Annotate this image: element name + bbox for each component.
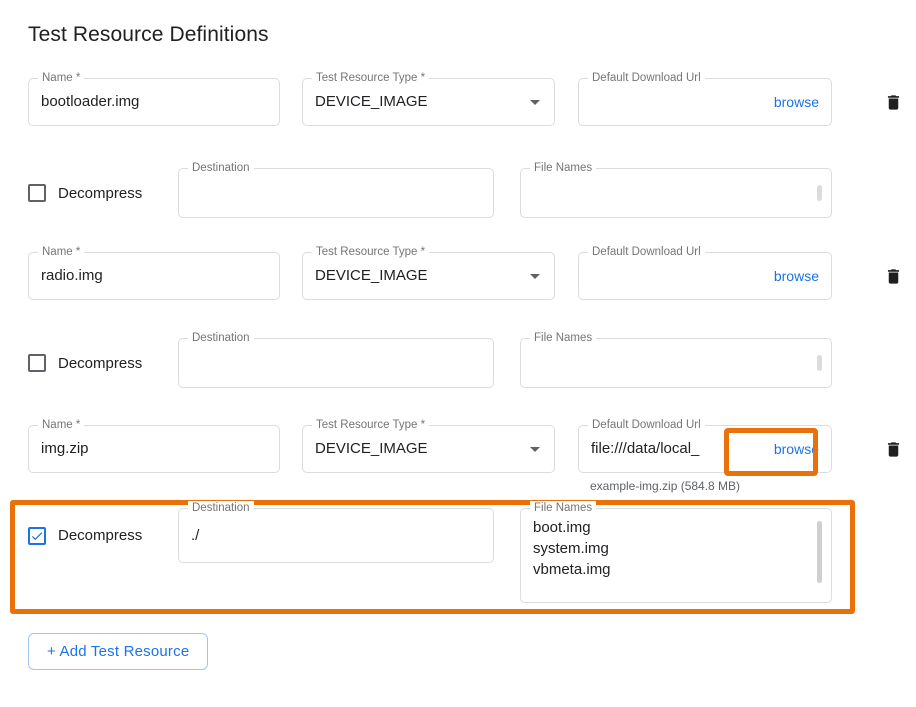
resource-row-2: Name * radio.img Test Resource Type * DE… xyxy=(28,252,916,300)
file-size-helper-text: example-img.zip (584.8 MB) xyxy=(590,479,916,493)
decompress-checkbox-block: Decompress xyxy=(28,168,178,218)
decompress-checkbox[interactable] xyxy=(28,354,46,372)
file-names-field-label: File Names xyxy=(530,331,596,346)
name-field[interactable]: Name * bootloader.img xyxy=(28,78,280,126)
file-names-field[interactable]: File Names xyxy=(520,168,832,218)
delete-resource-button[interactable] xyxy=(882,91,904,113)
name-field-value: radio.img xyxy=(41,266,103,286)
destination-field[interactable]: Destination xyxy=(178,338,494,388)
decompress-checkbox-block: Decompress xyxy=(28,338,178,388)
destination-field-label: Destination xyxy=(188,161,254,176)
decompress-row-3: Decompress Destination ./ File Names boo… xyxy=(28,508,850,603)
download-url-field[interactable]: Default Download Url browse xyxy=(578,252,832,300)
scrollbar-thumb[interactable] xyxy=(817,185,822,201)
name-field[interactable]: Name * radio.img xyxy=(28,252,280,300)
destination-field-value: ./ xyxy=(191,526,199,546)
url-field-label: Default Download Url xyxy=(588,71,705,86)
page-title: Test Resource Definitions xyxy=(28,22,916,48)
scrollbar-thumb[interactable] xyxy=(817,355,822,371)
name-field-label: Name * xyxy=(38,418,84,433)
type-field-label: Test Resource Type * xyxy=(312,418,429,433)
destination-field[interactable]: Destination xyxy=(178,168,494,218)
name-field-label: Name * xyxy=(38,245,84,260)
dropdown-arrow-icon xyxy=(530,100,540,105)
file-names-field-label: File Names xyxy=(530,501,596,516)
resource-type-select[interactable]: Test Resource Type * DEVICE_IMAGE xyxy=(302,78,555,126)
browse-button[interactable]: browse xyxy=(774,441,819,457)
name-field-value: bootloader.img xyxy=(41,92,139,112)
decompress-checkbox[interactable] xyxy=(28,527,46,545)
dropdown-arrow-icon xyxy=(530,274,540,279)
resource-type-select[interactable]: Test Resource Type * DEVICE_IMAGE xyxy=(302,425,555,473)
decompress-row-2: Decompress Destination File Names xyxy=(28,338,916,388)
name-field-value: img.zip xyxy=(41,439,89,459)
scrollbar-thumb[interactable] xyxy=(817,521,822,583)
download-url-field[interactable]: Default Download Url file:///data/local_… xyxy=(578,425,832,473)
name-field-label: Name * xyxy=(38,71,84,86)
browse-button[interactable]: browse xyxy=(774,94,819,110)
download-url-field[interactable]: Default Download Url browse xyxy=(578,78,832,126)
decompress-label: Decompress xyxy=(58,355,142,372)
delete-icon xyxy=(884,266,903,287)
decompress-checkbox-block: Decompress xyxy=(28,508,178,563)
browse-button[interactable]: browse xyxy=(774,268,819,284)
delete-icon xyxy=(884,439,903,460)
check-icon xyxy=(30,529,44,543)
decompress-label: Decompress xyxy=(58,527,142,544)
type-field-value: DEVICE_IMAGE xyxy=(315,439,428,459)
destination-field-label: Destination xyxy=(188,501,254,516)
delete-resource-button[interactable] xyxy=(882,438,904,460)
delete-resource-button[interactable] xyxy=(882,265,904,287)
decompress-checkbox[interactable] xyxy=(28,184,46,202)
decompress-label: Decompress xyxy=(58,185,142,202)
url-field-label: Default Download Url xyxy=(588,245,705,260)
dropdown-arrow-icon xyxy=(530,447,540,452)
type-field-value: DEVICE_IMAGE xyxy=(315,266,428,286)
delete-icon xyxy=(884,92,903,113)
file-names-field-value: boot.img system.img vbmeta.img xyxy=(533,517,611,580)
resource-row-1: Name * bootloader.img Test Resource Type… xyxy=(28,78,916,126)
decompress-row-1: Decompress Destination File Names xyxy=(28,168,916,218)
destination-field[interactable]: Destination ./ xyxy=(178,508,494,563)
resource-row-3: Name * img.zip Test Resource Type * DEVI… xyxy=(28,425,916,473)
file-names-field[interactable]: File Names boot.img system.img vbmeta.im… xyxy=(520,508,832,603)
name-field[interactable]: Name * img.zip xyxy=(28,425,280,473)
type-field-label: Test Resource Type * xyxy=(312,71,429,86)
type-field-value: DEVICE_IMAGE xyxy=(315,92,428,112)
url-field-label: Default Download Url xyxy=(588,418,705,433)
highlight-box-decompress-row: Decompress Destination ./ File Names boo… xyxy=(10,500,855,614)
destination-field-label: Destination xyxy=(188,331,254,346)
resource-type-select[interactable]: Test Resource Type * DEVICE_IMAGE xyxy=(302,252,555,300)
add-test-resource-button[interactable]: + Add Test Resource xyxy=(28,633,208,670)
type-field-label: Test Resource Type * xyxy=(312,245,429,260)
url-field-value: file:///data/local_ xyxy=(591,439,768,459)
file-names-field[interactable]: File Names xyxy=(520,338,832,388)
file-names-field-label: File Names xyxy=(530,161,596,176)
